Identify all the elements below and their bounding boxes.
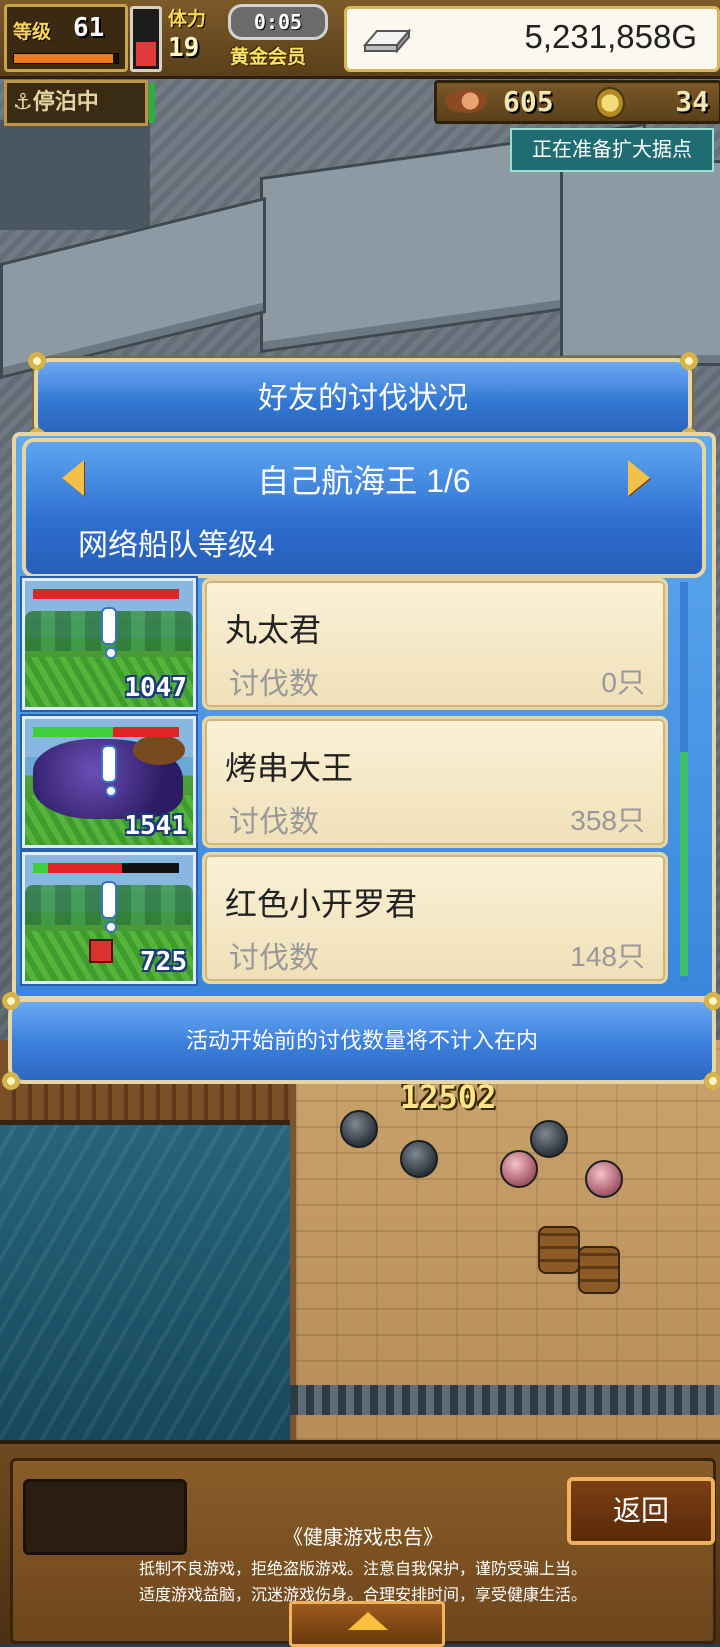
exclamation-icon: [101, 881, 117, 933]
monster-card: 烤串大王 讨伐数 358只: [202, 716, 668, 848]
exclamation-icon: [101, 607, 117, 659]
food-icon: [445, 89, 487, 113]
corner-ornament-icon: [2, 992, 20, 1010]
defeat-count: 358只: [570, 805, 645, 836]
next-arrow-icon[interactable]: [628, 460, 650, 496]
friend-navigator: 自己航海王 1/6 网络船队等级4: [22, 438, 706, 578]
monster-name: 烤串大王: [225, 750, 354, 786]
hp-bar: [33, 727, 179, 737]
monster-power: 1541: [124, 811, 187, 841]
gold-amount: 5,231,858G: [524, 18, 697, 55]
docked-label: 停泊中: [32, 90, 99, 115]
advisory-title: 《健康游戏忠告》: [283, 1527, 443, 1549]
level-label: 等级: [13, 21, 52, 43]
energy-vial-icon: [130, 6, 162, 72]
dialog-title-bar: 好友的讨伐状况: [28, 352, 698, 446]
dialog-title: 好友的讨伐状况: [258, 382, 468, 415]
bottom-panel: 返回 《健康游戏忠告》 抵制不良游戏，拒绝盗版游戏。注意自我保护，谨防受骗上当。…: [10, 1458, 716, 1647]
medal-icon: [595, 87, 625, 119]
hp-bar: [33, 589, 179, 599]
scrollbar[interactable]: [680, 582, 688, 982]
level-value: 61: [73, 13, 105, 43]
list-item[interactable]: 1541 烤串大王 讨伐数 358只: [22, 716, 672, 848]
monster-name: 红色小开罗君: [225, 886, 418, 922]
notice-bar: 活动开始前的讨伐数量将不计入在内: [2, 992, 720, 1090]
crew-unit: [530, 1120, 568, 1158]
corner-ornament-icon: [704, 1072, 720, 1090]
corner-ornament-icon: [28, 352, 46, 370]
crew-unit: [340, 1110, 378, 1148]
hp-bar-damage: [48, 863, 122, 873]
crew-unit: [400, 1140, 438, 1178]
corner-ornament-icon: [680, 352, 698, 370]
defeat-label: 讨伐数: [229, 942, 319, 975]
flag-icon: [89, 939, 113, 963]
stamina: 体力 19: [168, 4, 224, 66]
gold-counter[interactable]: 5,231,858G: [344, 6, 720, 72]
resource-bar: 605 34: [434, 80, 720, 124]
exclamation-icon: [101, 745, 117, 797]
notice-text: 活动开始前的讨伐数量将不计入在内: [185, 1028, 538, 1053]
membership-badge[interactable]: 黄金会员: [230, 42, 306, 69]
monster-thumbnail: 1541: [22, 716, 196, 848]
crew-unit: [500, 1150, 538, 1188]
castle-tower: [560, 160, 720, 366]
advisory-line: 抵制不良游戏，拒绝盗版游戏。注意自我保护，谨防受骗上当。: [138, 1561, 587, 1578]
bottom-bar: 返回 《健康游戏忠告》 抵制不良游戏，拒绝盗版游戏。注意自我保护，谨防受骗上当。…: [0, 1440, 720, 1647]
monster-hat: [133, 735, 185, 765]
fleet-level: 网络船队等级4: [78, 529, 275, 562]
top-hud: 等级 61 体力 19 0:05 黄金会员 5,231,858G: [0, 0, 720, 79]
crew-unit: [585, 1160, 623, 1198]
corner-ornament-icon: [2, 1072, 20, 1090]
scrollbar-thumb[interactable]: [680, 752, 688, 976]
monster-card: 丸太君 讨伐数 0只: [202, 578, 668, 710]
expand-menu-button[interactable]: [289, 1601, 445, 1647]
barrel: [578, 1246, 620, 1294]
status-indicator: [149, 83, 155, 123]
defeat-label: 讨伐数: [229, 806, 319, 839]
corner-ornament-icon: [704, 992, 720, 1010]
building-roof: [0, 120, 150, 230]
ship-deck: [290, 1040, 720, 1440]
gold-bar-icon: [362, 28, 412, 53]
barrel: [538, 1226, 580, 1274]
monster-power: 725: [140, 947, 187, 977]
monster-thumbnail: 1047: [22, 578, 196, 710]
docked-status[interactable]: ⚓停泊中: [4, 80, 155, 126]
ship-rail: [290, 1385, 720, 1415]
friend-name-page: 自己航海王 1/6: [257, 463, 471, 499]
base-expansion-status[interactable]: 正在准备扩大据点: [510, 128, 714, 172]
level-box[interactable]: 等级 61: [4, 4, 128, 72]
list-item[interactable]: 1047 丸太君 讨伐数 0只: [22, 578, 672, 710]
medal-count: 34: [675, 85, 709, 118]
stamina-value: 19: [168, 33, 200, 63]
defeat-label: 讨伐数: [229, 668, 319, 701]
defeat-count: 0只: [601, 667, 645, 698]
monster-thumbnail: 725: [22, 852, 196, 984]
stamina-label: 体力: [168, 8, 207, 30]
timer: 0:05: [228, 4, 328, 40]
anchor-icon: ⚓: [13, 90, 33, 115]
monster-name: 丸太君: [225, 612, 322, 648]
level-progress-bar: [13, 53, 119, 64]
list-item[interactable]: 725 红色小开罗君 讨伐数 148只: [22, 852, 672, 984]
food-count: 605: [503, 85, 554, 118]
monster-card: 红色小开罗君 讨伐数 148只: [202, 852, 668, 984]
defeat-count: 148只: [570, 941, 645, 972]
monster-power: 1047: [124, 673, 187, 703]
